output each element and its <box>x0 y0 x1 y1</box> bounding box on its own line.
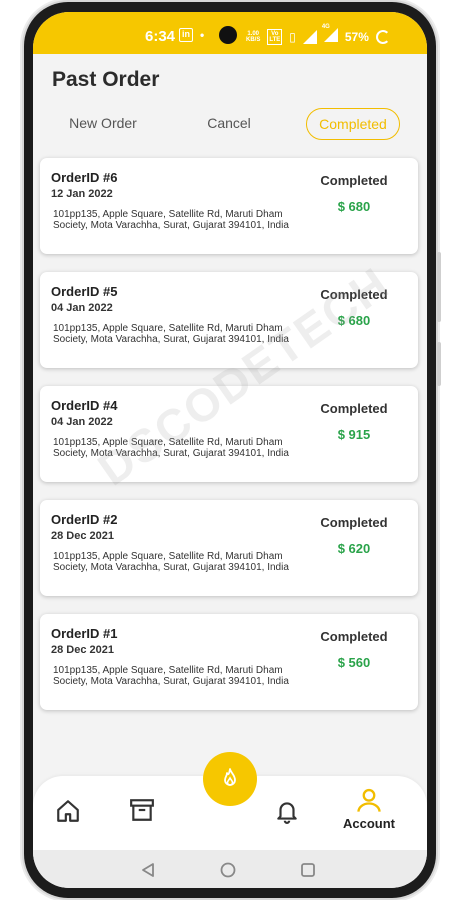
recents-icon[interactable] <box>299 861 317 879</box>
nav-account-label: Account <box>343 816 395 831</box>
order-date: 28 Dec 2021 <box>51 530 114 542</box>
battery-percent: 57% <box>344 29 369 44</box>
screen: 6:34 in • 1.00 KB/S Vo LTE ▯ 4G 57% Past… <box>33 12 427 888</box>
page-title: Past Order <box>52 68 160 91</box>
order-address: 101pp135, Apple Square, Satellite Rd, Ma… <box>53 437 289 459</box>
status-bar: 6:34 in • 1.00 KB/S Vo LTE ▯ 4G 57% <box>33 12 427 54</box>
archive-box-icon <box>130 799 154 821</box>
fab-button[interactable] <box>203 752 257 806</box>
order-date: 04 Jan 2022 <box>51 416 113 428</box>
volte-bottom: LTE <box>269 36 281 43</box>
order-amount: $ 680 <box>337 313 371 328</box>
volume-button <box>437 252 441 322</box>
nav-account[interactable]: Account <box>343 786 395 831</box>
order-status: Completed <box>320 287 388 302</box>
order-amount: $ 560 <box>337 655 371 670</box>
signal-icon <box>302 29 317 44</box>
home-circle-icon[interactable] <box>219 861 237 879</box>
order-date: 12 Jan 2022 <box>51 188 113 200</box>
home-icon <box>57 800 79 822</box>
network-speed-icon: 1.00 KB/S <box>246 31 260 43</box>
network-type: 4G <box>321 24 330 30</box>
order-date: 04 Jan 2022 <box>51 302 113 314</box>
order-id: OrderID #1 <box>51 626 118 641</box>
order-id: OrderID #5 <box>51 284 118 299</box>
status-icons-left: in • <box>179 28 204 42</box>
status-icons-right: 1.00 KB/S Vo LTE ▯ 4G 57% <box>246 24 390 45</box>
order-id: OrderID #4 <box>51 398 118 413</box>
order-amount: $ 620 <box>337 541 371 556</box>
order-list: OrderID #6 12 Jan 2022 101pp135, Apple S… <box>40 158 420 728</box>
dot-icon: • <box>200 28 205 42</box>
4g-signal-icon: 4G <box>322 24 338 45</box>
order-amount: $ 915 <box>337 427 371 442</box>
order-address: 101pp135, Apple Square, Satellite Rd, Ma… <box>53 665 289 687</box>
nav-home[interactable] <box>55 798 81 824</box>
order-status: Completed <box>320 401 388 416</box>
order-id: OrderID #6 <box>51 170 118 185</box>
order-card[interactable]: OrderID #1 28 Dec 2021 101pp135, Apple S… <box>40 614 418 710</box>
vibrate-icon: ▯ <box>289 29 296 44</box>
linkedin-icon: in <box>179 28 193 42</box>
power-button <box>437 342 441 386</box>
front-camera <box>219 26 237 44</box>
order-amount: $ 680 <box>337 199 371 214</box>
order-address: 101pp135, Apple Square, Satellite Rd, Ma… <box>53 209 289 231</box>
volte-icon: Vo LTE <box>267 28 283 45</box>
order-address: 101pp135, Apple Square, Satellite Rd, Ma… <box>53 551 289 573</box>
battery-icon <box>375 29 390 44</box>
back-icon[interactable] <box>139 861 157 879</box>
tab-cancel[interactable]: Cancel <box>183 108 275 140</box>
order-address: 101pp135, Apple Square, Satellite Rd, Ma… <box>53 323 289 345</box>
order-card[interactable]: OrderID #5 04 Jan 2022 101pp135, Apple S… <box>40 272 418 368</box>
order-tabs: New Order Cancel Completed <box>33 108 427 140</box>
tab-new-order[interactable]: New Order <box>57 108 149 140</box>
account-icon <box>357 788 381 812</box>
network-speed-unit: KB/S <box>246 36 261 43</box>
bell-icon <box>277 802 297 824</box>
phone-frame: 6:34 in • 1.00 KB/S Vo LTE ▯ 4G 57% Past… <box>24 2 441 898</box>
order-date: 28 Dec 2021 <box>51 644 114 656</box>
nav-notifications[interactable] <box>274 797 300 825</box>
order-status: Completed <box>320 629 388 644</box>
nav-orders[interactable] <box>128 797 156 823</box>
flame-icon <box>224 768 236 786</box>
order-card[interactable]: OrderID #2 28 Dec 2021 101pp135, Apple S… <box>40 500 418 596</box>
tab-completed[interactable]: Completed <box>306 108 400 140</box>
status-time: 6:34 <box>145 28 176 45</box>
order-card[interactable]: OrderID #4 04 Jan 2022 101pp135, Apple S… <box>40 386 418 482</box>
order-status: Completed <box>320 173 388 188</box>
order-card[interactable]: OrderID #6 12 Jan 2022 101pp135, Apple S… <box>40 158 418 254</box>
system-nav <box>33 850 427 888</box>
order-id: OrderID #2 <box>51 512 118 527</box>
order-status: Completed <box>320 515 388 530</box>
